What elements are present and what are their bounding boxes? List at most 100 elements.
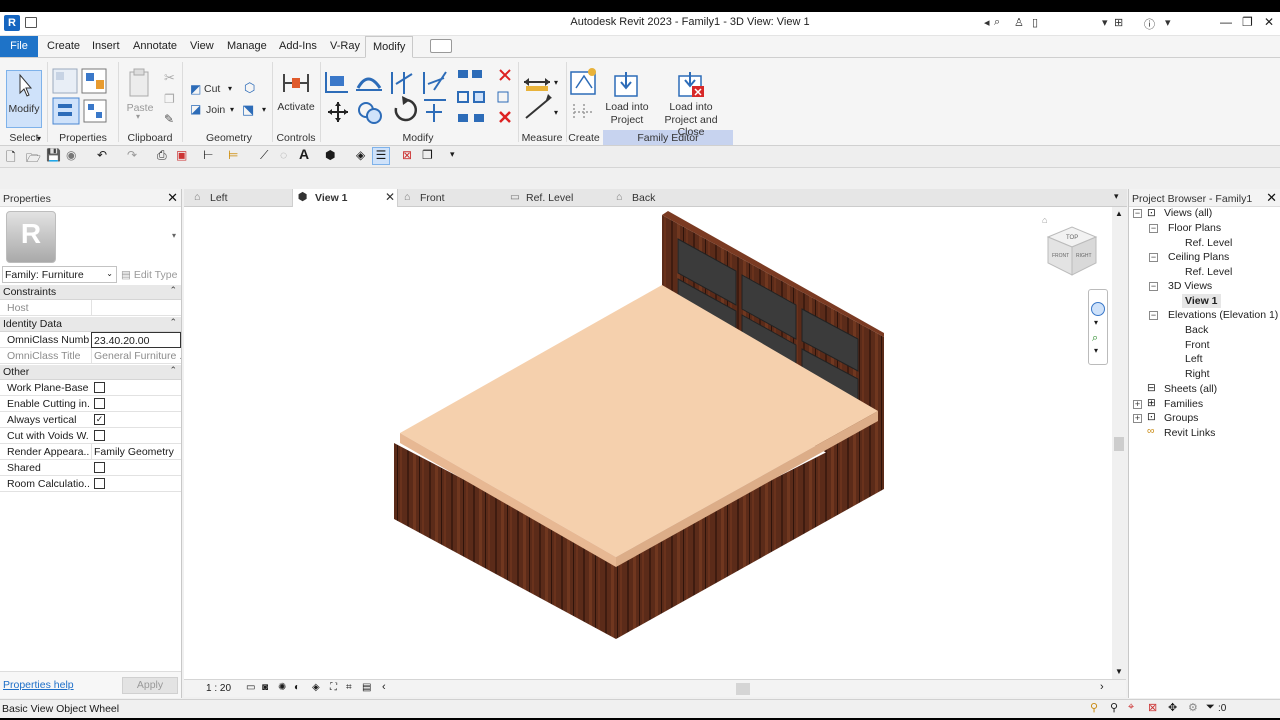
tree-node-back[interactable]: Back (1185, 324, 1208, 336)
scroll-down-icon[interactable]: ▼ (1115, 667, 1123, 676)
print-icon[interactable]: ⎙ (157, 148, 167, 163)
tree-node-sheets[interactable]: Sheets (all) (1164, 383, 1217, 395)
tab-modify[interactable]: Modify (365, 36, 414, 58)
zoom-icon[interactable]: ⌕ (1092, 332, 1098, 345)
filter-icon[interactable]: ⏷ (1206, 701, 1215, 714)
account-dropdown-icon[interactable]: ▾ (1102, 16, 1108, 29)
tab-add-ins[interactable]: Add-Ins (279, 40, 317, 52)
view-scale[interactable]: 1 : 20 (206, 683, 231, 694)
tab-file[interactable]: File (0, 36, 38, 57)
paste-dropdown-icon[interactable]: ▾ (136, 112, 140, 121)
shared-checkbox[interactable] (94, 462, 105, 473)
create-icons[interactable] (570, 68, 598, 126)
work-plane-checkbox[interactable] (94, 382, 105, 393)
measure-dropdown-icon[interactable]: ▾ (554, 78, 558, 87)
tab-view-1[interactable]: ⬢ View 1 ✕ (292, 189, 398, 207)
select-by-face-icon[interactable]: ⊠ (1148, 701, 1157, 714)
load-and-close-icon[interactable] (677, 70, 705, 98)
join-geometry-icon[interactable]: ◪ (190, 102, 201, 116)
aligned-dimension-icon[interactable]: ⊨ (228, 148, 238, 162)
tab-left-view[interactable]: ⌂ Left (188, 189, 292, 207)
tree-node-ref-level[interactable]: Ref. Level (1185, 237, 1232, 249)
activate-label[interactable]: Activate (274, 101, 318, 113)
tab-insert[interactable]: Insert (92, 40, 120, 52)
tab-create[interactable]: Create (47, 40, 80, 52)
tree-node-groups[interactable]: Groups (1164, 412, 1198, 424)
tree-toggle[interactable]: + (1133, 414, 1142, 423)
join-label[interactable]: Join (206, 104, 225, 116)
split-face-icon[interactable]: ⬔ (242, 102, 254, 118)
select-underlay-icon[interactable]: ⚲ (1110, 701, 1118, 714)
cut-scissors-icon[interactable]: ✂ (164, 70, 175, 86)
select-dropdown-icon[interactable]: ▾ (37, 134, 41, 143)
tree-toggle[interactable]: − (1149, 224, 1158, 233)
pdf-icon[interactable]: ▣ (176, 148, 187, 162)
measure-qat-icon[interactable]: ⊢ (203, 148, 213, 162)
revit-logo-icon[interactable]: R (4, 15, 20, 31)
help-icon[interactable]: ⓘ (1144, 16, 1155, 32)
tree-node-3d-views[interactable]: 3D Views (1168, 280, 1212, 292)
scroll-left-icon[interactable]: ‹ (382, 681, 386, 693)
split-dropdown-icon[interactable]: ▾ (262, 105, 266, 114)
property-value-input[interactable]: 23.40.20.00 (91, 332, 181, 348)
dimension-dropdown-icon[interactable]: ▾ (554, 108, 558, 117)
type-selector-dropdown-icon[interactable]: ▾ (172, 231, 176, 240)
horizontal-scroll-thumb[interactable] (736, 683, 750, 695)
section-constraints[interactable]: Constraints ⌃ (0, 285, 181, 300)
select-pinned-icon[interactable]: ⌖ (1128, 701, 1134, 714)
close-icon[interactable]: ✕ (1266, 190, 1277, 206)
cut-geometry-icon[interactable]: ◩ (190, 82, 201, 96)
account-icon[interactable]: ▯ (1032, 16, 1038, 29)
sun-path-icon[interactable]: ✺ (278, 682, 286, 693)
tree-node-floor-plans[interactable]: Floor Plans (1168, 222, 1221, 234)
edit-type-button[interactable]: ▤ Edit Type (121, 269, 177, 281)
cut-label[interactable]: Cut (204, 83, 220, 95)
new-icon[interactable]: 🗋 (6, 148, 16, 169)
visual-style-icon[interactable]: ◙ (262, 682, 268, 693)
tree-node-views-all[interactable]: Views (all) (1164, 207, 1212, 219)
drag-elements-icon[interactable]: ✥ (1168, 701, 1177, 714)
default-3d-view-icon[interactable]: ⬢ (325, 148, 335, 162)
render-icon[interactable]: ◈ (312, 682, 320, 693)
copy-icon[interactable]: ❐ (164, 92, 175, 106)
tab-annotate[interactable]: Annotate (133, 40, 177, 52)
tab-view[interactable]: View (190, 40, 214, 52)
wall-joins-icon[interactable]: ⬡ (244, 80, 255, 96)
tree-toggle[interactable]: + (1133, 400, 1142, 409)
cart-icon[interactable]: ⊞ (1114, 16, 1123, 29)
property-value[interactable]: Family Geometry (91, 444, 181, 460)
zoom-dropdown-icon[interactable]: ▾ (1094, 346, 1098, 355)
undo-icon[interactable]: ↶ (97, 148, 107, 162)
property-value[interactable]: General Furniture ... (91, 348, 181, 364)
tab-list-dropdown-icon[interactable]: ▾ (1114, 191, 1119, 202)
tree-toggle[interactable]: − (1133, 209, 1142, 218)
crop-view-icon[interactable]: ⛶ (330, 682, 337, 693)
ribbon-options-icon[interactable] (430, 39, 452, 53)
modify-tools-icons[interactable] (324, 68, 518, 130)
modify-button[interactable]: Modify (6, 70, 42, 128)
tab-ref-level[interactable]: ▭ Ref. Level (504, 189, 610, 207)
family-selector[interactable]: Family: Furniture ⌄ (2, 266, 117, 283)
viewcube[interactable]: TOP FRONT RIGHT (1044, 223, 1102, 283)
crop-region-icon[interactable]: ⌗ (346, 682, 352, 693)
load-into-label-1[interactable]: Load into (598, 101, 656, 113)
bed-model[interactable] (184, 207, 1112, 679)
tree-toggle[interactable]: − (1149, 253, 1158, 262)
close-hidden-windows-icon[interactable]: ⊠ (402, 148, 412, 162)
paste-icon[interactable] (128, 68, 152, 98)
binoculars-icon[interactable]: ⌕ (994, 16, 1000, 29)
tree-node-ceiling-plans[interactable]: Ceiling Plans (1168, 251, 1229, 263)
tag-all-icon[interactable]: ◌ (280, 148, 287, 162)
viewcube-top[interactable]: TOP (1066, 235, 1078, 241)
switch-windows-icon[interactable]: ❐ (422, 148, 433, 162)
cut-with-voids-checkbox[interactable] (94, 430, 105, 441)
match-type-icon[interactable]: ✎ (164, 112, 174, 126)
scroll-thumb[interactable] (1114, 437, 1124, 451)
cut-dropdown-icon[interactable]: ▾ (228, 84, 232, 93)
customize-qat-icon[interactable]: ▾ (450, 149, 455, 160)
tree-node-families[interactable]: Families (1164, 398, 1203, 410)
help-dropdown-icon[interactable]: ▾ (1165, 16, 1171, 29)
thin-lines-icon[interactable]: ☰ (372, 147, 390, 165)
select-links-icon[interactable]: ⚲ (1090, 701, 1098, 714)
sync-icon[interactable]: ◉ (66, 148, 76, 162)
